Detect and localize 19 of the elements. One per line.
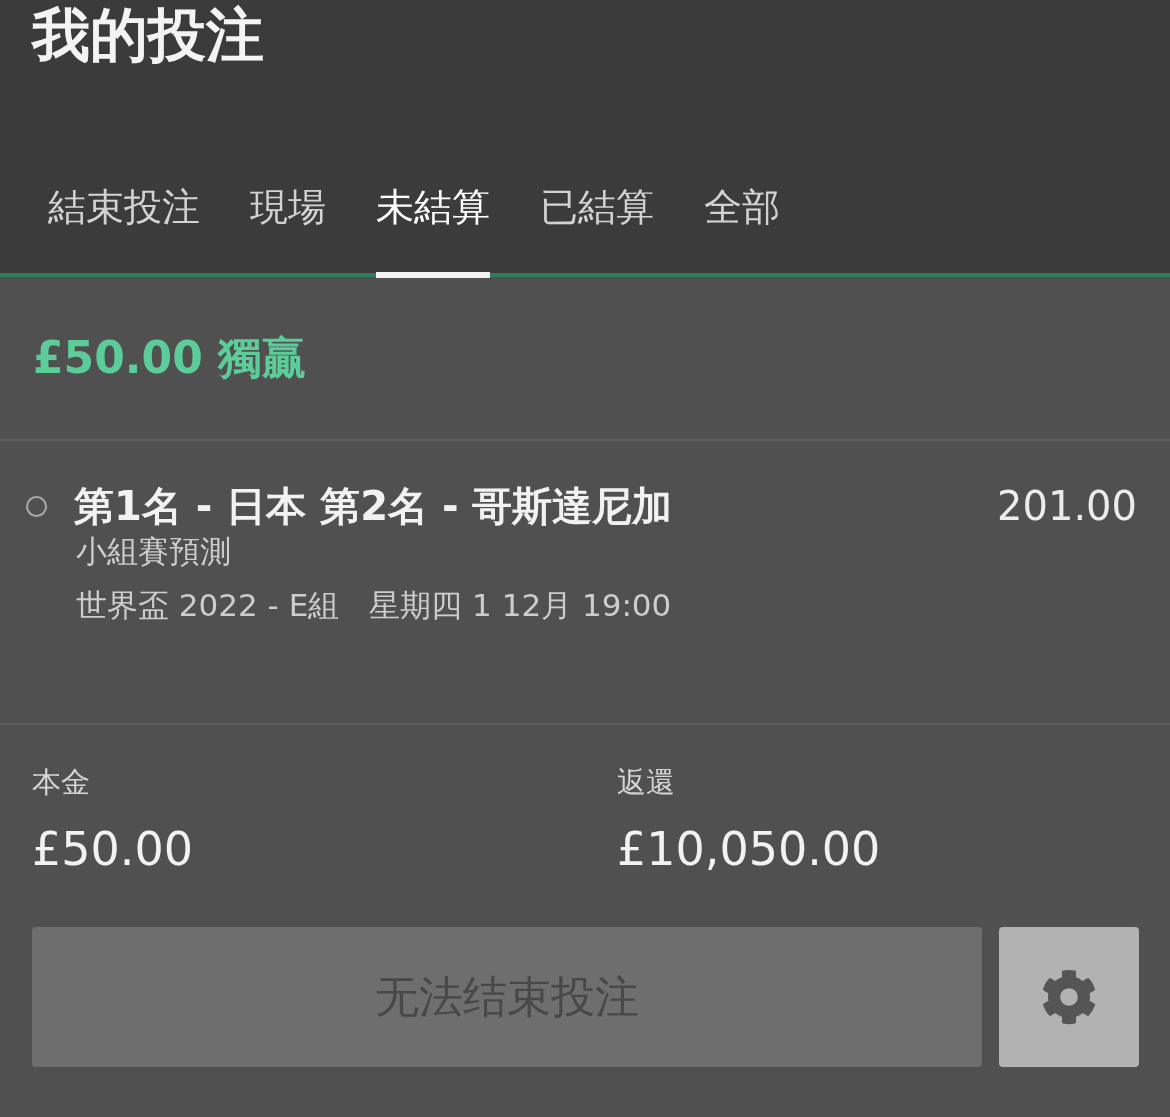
- summary-label: 本金: [32, 764, 90, 801]
- summary-label: 返還: [617, 764, 675, 801]
- event-text: 世界盃 2022 - E組: [76, 586, 340, 625]
- tab[interactable]: 已結算: [540, 182, 654, 278]
- status-ring-icon: [26, 495, 47, 517]
- tab[interactable]: 現場: [250, 182, 326, 278]
- settings-icon: [1041, 969, 1097, 1025]
- settings-button[interactable]: [999, 927, 1139, 1067]
- bet-heading: £50.00 獨贏: [33, 331, 307, 385]
- page-title: 我的投注: [30, 0, 264, 70]
- market-text: 小組賽預測: [76, 532, 231, 571]
- tab[interactable]: 全部: [704, 182, 780, 278]
- start-time-text: 星期四 1 12月 19:00: [369, 586, 672, 625]
- summary-value: £10,050.00: [617, 821, 881, 877]
- odds-text: 201.00: [997, 482, 1137, 531]
- selection-name: 第1名 - 日本 第2名 - 哥斯達尼加: [74, 482, 674, 531]
- summary-value: £50.00: [32, 821, 193, 877]
- tab[interactable]: 結束投注: [48, 182, 200, 278]
- tab[interactable]: 未結算: [376, 182, 490, 278]
